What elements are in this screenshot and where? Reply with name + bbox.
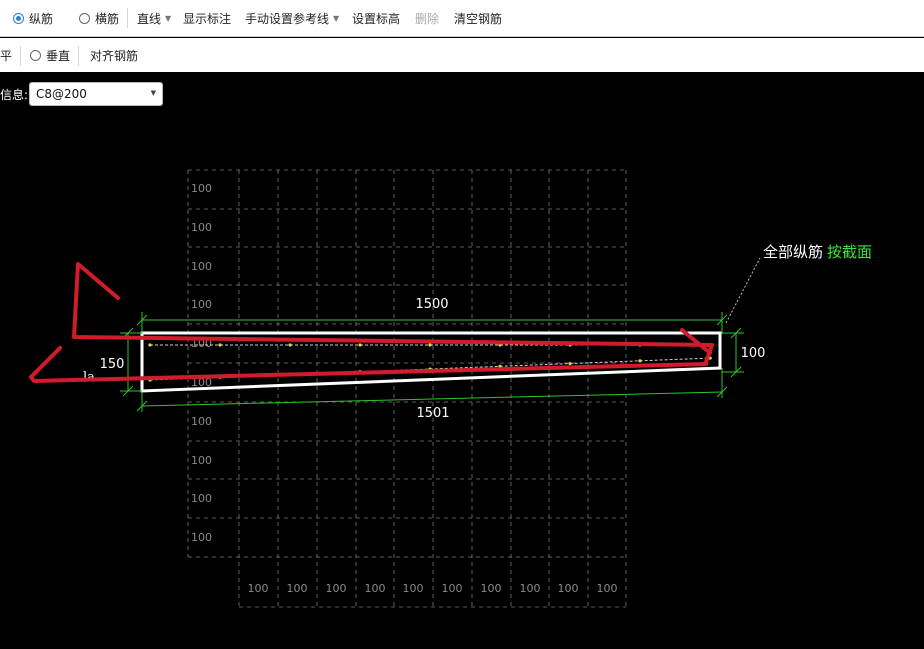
grid-spacing-label: 100 bbox=[191, 260, 212, 273]
grid-spacing-label: 100 bbox=[191, 415, 212, 428]
top-dimension-text: 1500 bbox=[415, 297, 448, 312]
reference-grid bbox=[187, 169, 627, 608]
bottom-dimension-text: 1501 bbox=[416, 406, 449, 421]
rebar-point bbox=[568, 361, 572, 366]
grid-spacing-label: 100 bbox=[481, 582, 502, 595]
grid-spacing-label: 100 bbox=[191, 221, 212, 234]
red-annotation-arrow bbox=[29, 262, 714, 383]
drawing-canvas[interactable]: 100 100 100 100 100 100 100 100 100 100 100 100 100 1… bbox=[0, 0, 924, 649]
left-dimension-text: 150 bbox=[100, 357, 125, 372]
rebar-point bbox=[428, 343, 432, 347]
grid-spacing-label: 100 bbox=[403, 582, 424, 595]
rebar-point bbox=[358, 343, 362, 347]
rebar-point bbox=[638, 359, 642, 363]
grid-spacing-label: 100 bbox=[287, 582, 308, 595]
grid-labels: 100 100 100 100 100 100 100 100 100 100 100 100 100 1… bbox=[191, 182, 618, 595]
grid-spacing-label: 100 bbox=[248, 582, 269, 595]
rebar-point bbox=[218, 343, 222, 347]
callout-leader-line bbox=[725, 257, 761, 324]
grid-spacing-label: 100 bbox=[191, 531, 212, 544]
right-dimension-text: 100 bbox=[741, 346, 766, 361]
dimension-lines bbox=[120, 312, 744, 412]
grid-spacing-label: 100 bbox=[442, 582, 463, 595]
grid-spacing-label: 100 bbox=[326, 582, 347, 595]
rebar-point bbox=[148, 343, 152, 347]
callout-highlight[interactable]: 按截面 bbox=[827, 243, 872, 261]
rebar-point bbox=[288, 343, 292, 347]
grid-spacing-label: 100 bbox=[558, 582, 579, 595]
callout-label: 全部纵筋 按截面 bbox=[763, 241, 872, 262]
grid-spacing-label: 100 bbox=[597, 582, 618, 595]
grid-spacing-label: 100 bbox=[191, 454, 212, 467]
grid-spacing-label: 100 bbox=[191, 492, 212, 505]
grid-spacing-label: 100 bbox=[365, 582, 386, 595]
grid-spacing-label: 100 bbox=[191, 298, 212, 311]
callout-text: 全部纵筋 bbox=[763, 243, 824, 261]
grid-spacing-label: 100 bbox=[520, 582, 541, 595]
grid-spacing-label: 100 bbox=[191, 182, 212, 195]
